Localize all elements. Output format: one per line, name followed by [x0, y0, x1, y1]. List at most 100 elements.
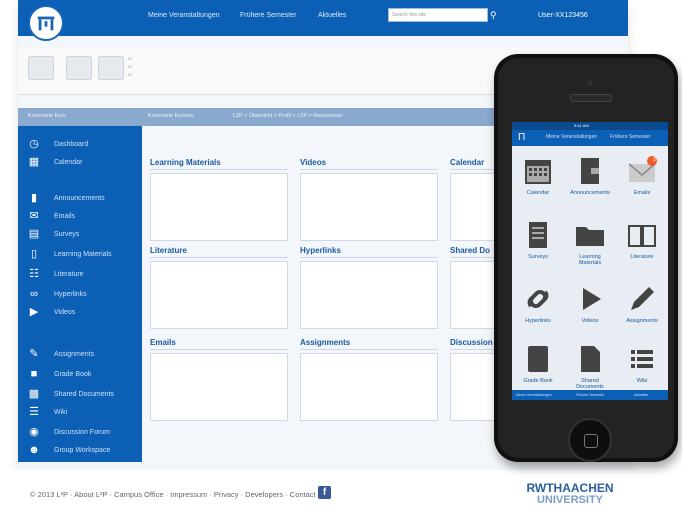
panel-title[interactable]: Assignments [300, 338, 438, 350]
nav-fruehere-semester[interactable]: Frühere Semester [240, 12, 296, 19]
table-row[interactable] [155, 360, 283, 364]
phone-tab[interactable]: Frühere Semester [610, 134, 650, 140]
breadcrumb-item[interactable]: Kursname Kurs/en [148, 113, 194, 119]
panel-table [150, 173, 288, 241]
table-row[interactable] [305, 292, 433, 296]
phone-footer-link[interactable]: Meine Veranstaltungen [516, 393, 552, 397]
nav-aktuelles[interactable]: Aktuelles [318, 12, 346, 19]
phone-time: 9:41 AM [574, 123, 589, 128]
table-row[interactable] [155, 180, 283, 184]
table-row[interactable] [155, 284, 283, 288]
phone-grid-hyperlinks[interactable]: Hyperlinks [516, 282, 560, 334]
table-row[interactable] [155, 188, 283, 192]
phone-grid-learning-materials[interactable]: Learning Materials [568, 218, 612, 270]
sidebar-item-label: Surveys [54, 230, 80, 238]
phone-bezel: 9:41 AM Π Meine Veranstaltungen Frühere … [498, 58, 674, 462]
panel-title[interactable]: Literature [150, 246, 288, 258]
sidebar-item-wiki[interactable]: ☰ Wiki [18, 404, 142, 420]
phone-grid-shared-documents[interactable]: Shared Documents [568, 342, 612, 394]
phone-grid-announcements[interactable]: Announcements [568, 154, 612, 206]
panel-title[interactable]: Videos [300, 158, 438, 170]
table-row[interactable] [155, 276, 283, 280]
gradebook-icon: ■ [30, 368, 38, 380]
sidebar-item-surveys[interactable]: ▤ Surveys [18, 226, 142, 242]
toolbar-button-edit[interactable] [66, 56, 92, 80]
facebook-icon[interactable]: f [318, 486, 331, 499]
l2p-logo[interactable] [28, 5, 64, 41]
toolbar-option[interactable]: ☐ [128, 72, 132, 77]
phone-grid-wiki[interactable]: Wiki [620, 342, 664, 394]
toolbar-button-new[interactable] [28, 56, 54, 80]
nav-meine-veranstaltungen[interactable]: Meine Veranstaltungen [148, 12, 220, 19]
breadcrumb-item[interactable]: Kursname Kurs [28, 113, 66, 119]
sidebar-item-discussion-forum[interactable]: ◉ Discussion Forum [18, 424, 142, 440]
table-row[interactable] [155, 376, 283, 380]
sidebar-item-literature[interactable]: ☷ Literature [18, 266, 142, 282]
table-row[interactable] [305, 284, 433, 288]
phone-grid-assignments[interactable]: Assignments [620, 282, 664, 334]
group-icon: ☻ [28, 444, 40, 456]
sidebar-item-videos[interactable]: ▶ Videos [18, 304, 142, 320]
phone-tab[interactable]: Meine Veranstaltungen [546, 134, 597, 140]
sidebar-item-hyperlinks[interactable]: ∞ Hyperlinks [18, 286, 142, 302]
sidebar-item-calendar[interactable]: ▦ Calendar [18, 154, 142, 170]
page-footer: © 2013 L²P · About L²P · Campus Office ·… [0, 470, 682, 517]
phone-grid-videos[interactable]: Videos [568, 282, 612, 334]
table-row[interactable] [155, 196, 283, 200]
toolbar-option[interactable]: ☐ [128, 64, 132, 69]
phone-grid-label: Calendar [526, 190, 550, 196]
sidebar-item-assignments[interactable]: ✎ Assignments [18, 346, 142, 362]
table-row[interactable] [155, 212, 283, 216]
panel-title[interactable]: Calendar [450, 158, 500, 170]
table-row[interactable] [155, 384, 283, 388]
sidebar-item-dashboard[interactable]: ◷ Dashboard [18, 136, 142, 152]
table-row[interactable] [305, 300, 433, 304]
sidebar-item-grade-book[interactable]: ■ Grade Book [18, 366, 142, 382]
link-icon [521, 282, 555, 316]
phone-grid-surveys[interactable]: Surveys [516, 218, 560, 270]
sidebar-item-label: Dashboard [54, 140, 89, 148]
table-row[interactable] [305, 360, 433, 364]
phone-footer-link[interactable]: Frühere Semester [576, 393, 604, 397]
home-button[interactable] [568, 418, 612, 462]
table-row[interactable] [155, 392, 283, 396]
table-row[interactable] [155, 204, 283, 208]
user-id[interactable]: User-XX123456 [538, 12, 588, 19]
panel-table [450, 261, 500, 329]
toolbar-button-delete[interactable] [98, 56, 124, 80]
panel-title[interactable]: Emails [150, 338, 288, 350]
email-badge: 3 [653, 157, 656, 163]
phone-status-bar: 9:41 AM [512, 122, 668, 130]
table-row[interactable] [155, 268, 283, 272]
toolbar-option[interactable]: ☐ [128, 56, 132, 61]
panel-title[interactable]: Shared Do [450, 246, 500, 258]
smartphone: 9:41 AM Π Meine Veranstaltungen Frühere … [494, 54, 678, 462]
breadcrumb-item[interactable]: L2P > Übersicht > Profil > L2P > Ressour… [233, 113, 343, 119]
table-row[interactable] [305, 268, 433, 272]
sidebar-item-announcements[interactable]: ▮ Announcements [18, 190, 142, 206]
search-icon[interactable]: ⚲ [490, 8, 502, 22]
sidebar-item-shared-documents[interactable]: ▩ Shared Documents [18, 386, 142, 402]
table-row[interactable] [155, 368, 283, 372]
search-input[interactable]: Search this site [388, 8, 488, 22]
sidebar-item-learning-materials[interactable]: ▯ Learning Materials [18, 246, 142, 262]
book-icon [625, 218, 659, 252]
phone-screen: 9:41 AM Π Meine Veranstaltungen Frühere … [512, 122, 668, 400]
phone-grid-calendar[interactable]: Calendar [516, 154, 560, 206]
sidebar-item-group-workspace[interactable]: ☻ Group Workspace [18, 442, 142, 458]
sidebar-item-label: Literature [54, 270, 84, 278]
footer-links[interactable]: © 2013 L²P · About L²P · Campus Office ·… [30, 490, 316, 499]
sidebar-item-emails[interactable]: ✉ Emails [18, 208, 142, 224]
phone-footer-link[interactable]: Aktuelles [634, 393, 648, 397]
table-row[interactable] [305, 180, 433, 184]
l2p-logo-icon[interactable]: Π [518, 132, 525, 143]
panel-title[interactable]: Learning Materials [150, 158, 288, 170]
table-row[interactable] [305, 276, 433, 280]
panel-title[interactable]: Hyperlinks [300, 246, 438, 258]
phone-grid-emails[interactable]: Emails 3 [620, 154, 664, 206]
phone-grid-grade-book[interactable]: Grade Book [516, 342, 560, 394]
calendar-icon [521, 154, 555, 188]
sidebar-item-label: Discussion Forum [54, 428, 111, 436]
phone-grid-literature[interactable]: Literature [620, 218, 664, 270]
panel-title[interactable]: Discussion [450, 338, 500, 350]
